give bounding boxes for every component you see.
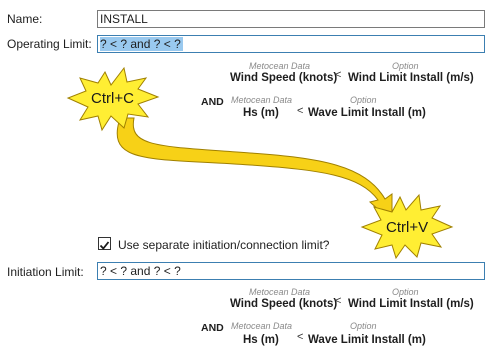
copy-paste-arrow-icon — [116, 117, 393, 224]
copy-shortcut-label: Ctrl+C — [91, 90, 134, 107]
annotation-overlay — [66, 66, 454, 260]
paste-shortcut-label: Ctrl+V — [386, 219, 429, 236]
